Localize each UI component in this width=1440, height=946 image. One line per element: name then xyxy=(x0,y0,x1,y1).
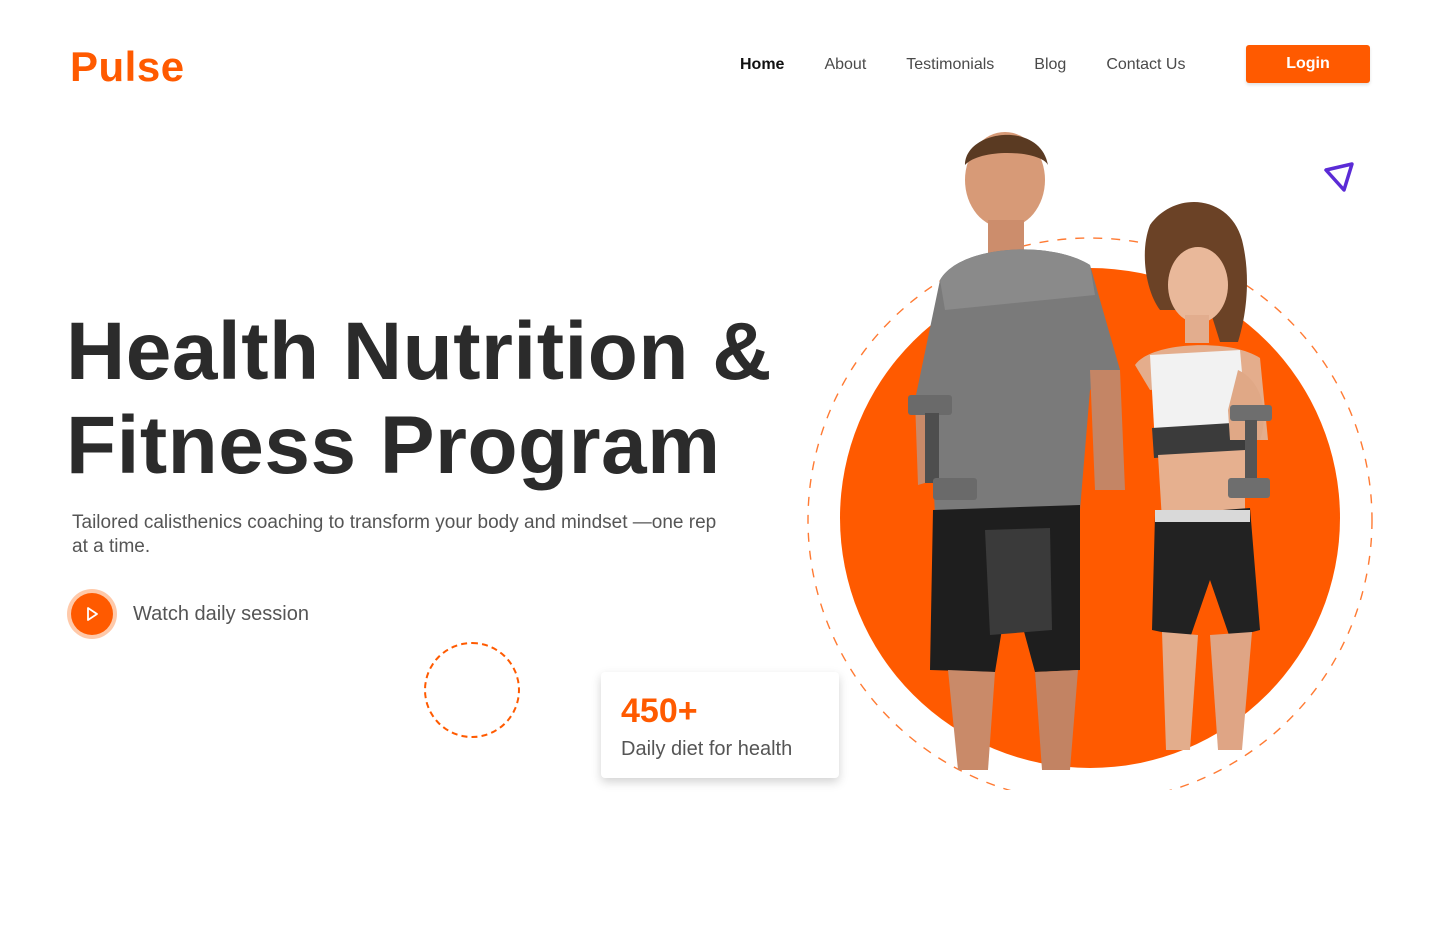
hero-subtitle: Tailored calisthenics coaching to transf… xyxy=(72,512,717,557)
hero-title: Health Nutrition & Fitness Program xyxy=(66,305,772,493)
hero-title-line2: Fitness Program xyxy=(66,400,721,491)
login-button[interactable]: Login xyxy=(1246,45,1370,83)
triangle-outline-icon xyxy=(1324,162,1354,192)
decorative-dashed-circle xyxy=(424,642,520,738)
nav-item-about[interactable]: About xyxy=(824,54,866,76)
nav-item-blog[interactable]: Blog xyxy=(1034,54,1066,76)
play-icon xyxy=(87,607,98,621)
hero-illustration xyxy=(807,132,1373,790)
main-nav: Home About Testimonials Blog Contact Us xyxy=(740,54,1185,76)
nav-item-home[interactable]: Home xyxy=(740,54,784,76)
landing-page: Pulse Home About Testimonials Blog Conta… xyxy=(0,0,1440,946)
hero-title-line1: Health Nutrition & xyxy=(66,306,772,397)
nav-item-testimonials[interactable]: Testimonials xyxy=(906,54,994,76)
watch-session-link[interactable]: Watch daily session xyxy=(67,593,309,635)
play-button[interactable] xyxy=(71,593,113,635)
brand-logo[interactable]: Pulse xyxy=(70,42,185,92)
watch-session-label: Watch daily session xyxy=(133,602,309,625)
nav-item-contact-us[interactable]: Contact Us xyxy=(1106,54,1185,76)
